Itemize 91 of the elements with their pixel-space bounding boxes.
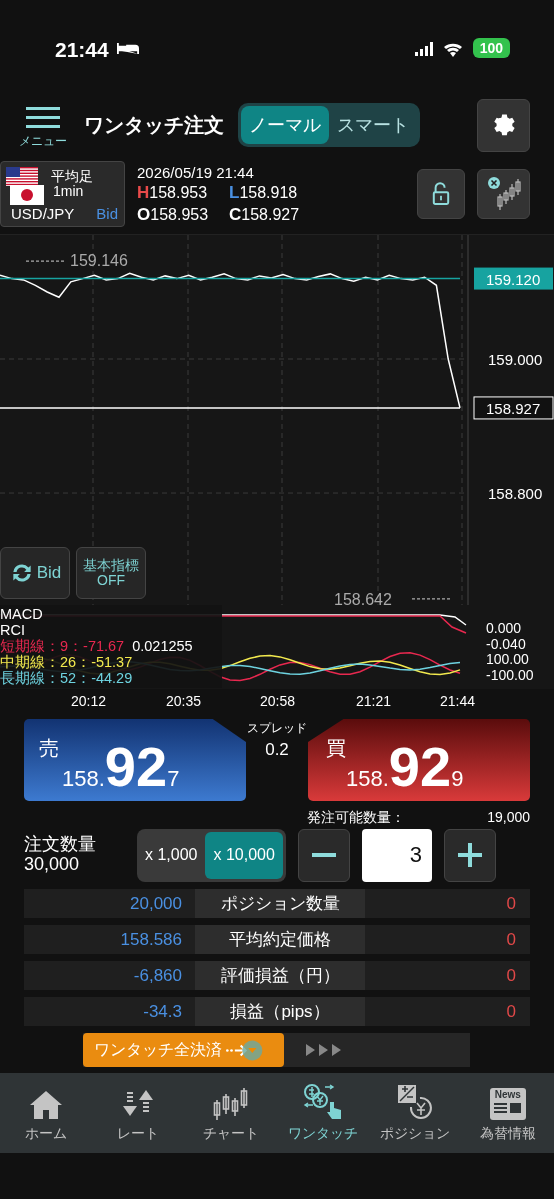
increase-button[interactable]: [443, 828, 496, 882]
indicator-toggle[interactable]: 基本指標 OFF: [76, 547, 146, 599]
signal-value: 0.021255: [132, 638, 193, 654]
rci-legend: 中期線：26：-51.37: [0, 654, 133, 670]
indicator-axis-label: 100.00: [486, 652, 530, 668]
wifi-icon: [442, 42, 463, 57]
settings-button[interactable]: [477, 98, 530, 152]
nav-tab[interactable]: レート: [92, 1073, 185, 1153]
leader-line: [411, 598, 451, 600]
time-axis-label: 20:35: [166, 693, 202, 709]
position-label-cell: ポジション数量: [195, 889, 365, 918]
time-axis-label: 21:44: [440, 693, 476, 709]
chart-clear-button[interactable]: [477, 169, 530, 219]
page-title: ワンタッチ注文: [84, 112, 224, 138]
order-quantity-value: 30,000: [24, 855, 81, 875]
ohlc-value: H158.953: [137, 182, 209, 203]
mode-tab[interactable]: スマート: [329, 106, 417, 144]
rci-legend: 短期線：9：-71.67: [0, 638, 125, 654]
ohlc-value: O158.953: [137, 204, 210, 225]
nav-tab[interactable]: ポジション: [369, 1073, 462, 1153]
home-icon: [29, 1090, 64, 1120]
decrease-button[interactable]: [297, 828, 350, 882]
low-marker: 158.642: [334, 590, 392, 605]
indicator-axis-label: -100.00: [486, 667, 534, 683]
multiplier-option[interactable]: x 1,000: [137, 831, 206, 879]
quantity-field[interactable]: 3: [361, 828, 432, 882]
newspaper-icon: News: [489, 1088, 526, 1120]
quote-datetime: 2026/05/19 21:44: [137, 163, 255, 181]
price-axis-label: 159.000: [488, 351, 543, 368]
rci-legend: 長期線：52：-44.29: [0, 670, 133, 686]
triple-arrow-icon: [306, 1044, 343, 1056]
sell-position-cell: -34.3: [24, 997, 195, 1026]
buy-position-cell: 0: [365, 961, 530, 990]
price-axis-label: 158.800: [488, 485, 543, 503]
buy-position-cell: 0: [365, 925, 530, 954]
multiplier-option[interactable]: x 10,000: [205, 831, 283, 879]
position-label-cell: 評価損益（円）: [195, 961, 365, 990]
high-marker: 159.146: [70, 252, 128, 270]
price-side-toggle[interactable]: Bid: [0, 547, 70, 599]
available-quantity-value: 19,000: [487, 809, 530, 827]
menu-button[interactable]: メニュー: [14, 100, 72, 150]
buy-position-cell: 0: [365, 997, 530, 1026]
nav-tab[interactable]: チャート: [184, 1073, 277, 1153]
symbol-selector[interactable]: 平均足 1min USD/JPY Bid: [0, 161, 125, 227]
time-axis-label: 20:12: [71, 693, 107, 709]
indicator-axis-label: 0.000: [486, 621, 523, 637]
price-tag: 158.927: [473, 396, 554, 420]
buy-button[interactable]: 買 158.929: [308, 719, 530, 801]
menu-icon: [26, 106, 60, 129]
leader-line: [25, 260, 65, 262]
indicator-name: RCI: [0, 622, 26, 638]
plus-icon: [457, 843, 482, 867]
signal-icon: [414, 42, 435, 56]
indicator-name: MACD: [0, 606, 44, 622]
price-side: Bid: [96, 205, 118, 222]
sell-position-cell: 158.586: [24, 925, 195, 954]
unlocked-padlock-icon: [432, 182, 450, 206]
ohlc-value: C158.927: [229, 204, 301, 225]
interval-label: 1min: [53, 183, 84, 199]
sell-position-cell: -6,860: [24, 961, 195, 990]
status-time: 21:44: [55, 38, 109, 62]
buy-position-cell: 0: [365, 889, 530, 918]
sell-position-cell: 20,000: [24, 889, 195, 918]
indicator-axis-label: -0.040: [486, 636, 527, 652]
flag-icon: [6, 167, 46, 205]
nav-tab[interactable]: News 為替情報: [461, 1073, 554, 1153]
chart-type-label: 平均足: [51, 168, 93, 185]
nav-tab[interactable]: ホーム: [0, 1073, 93, 1153]
order-quantity-label: 注文数量: [24, 835, 97, 855]
time-axis-label: 20:58: [260, 693, 296, 709]
plus-minus-yen-icon: [397, 1084, 434, 1120]
menu-label: メニュー: [19, 132, 67, 150]
currency-pair: USD/JPY: [11, 205, 75, 222]
lock-button[interactable]: [417, 169, 465, 219]
spread-label: スプレッド: [247, 720, 307, 737]
currency-tap-icon: [303, 1084, 344, 1120]
sell-button[interactable]: 売 158.927: [24, 719, 246, 801]
ohlc-value: L158.918: [229, 182, 299, 203]
price-tag: 159.120: [474, 267, 553, 290]
candlestick-icon: [212, 1088, 249, 1120]
time-axis-label: 21:21: [356, 693, 392, 709]
battery-indicator: 100: [472, 38, 510, 58]
bed-icon: [116, 42, 139, 55]
nav-tab[interactable]: ワンタッチ: [277, 1073, 370, 1153]
position-label-cell: 損益（pips）: [195, 997, 365, 1026]
minus-icon: [311, 853, 336, 857]
mode-tab[interactable]: ノーマル: [241, 106, 329, 144]
spread-value: 0.2: [265, 740, 289, 760]
position-label-cell: 平均約定価格: [195, 925, 365, 954]
candlestick-close-icon: [485, 176, 522, 212]
available-quantity-label: 発注可能数量：: [307, 809, 405, 827]
